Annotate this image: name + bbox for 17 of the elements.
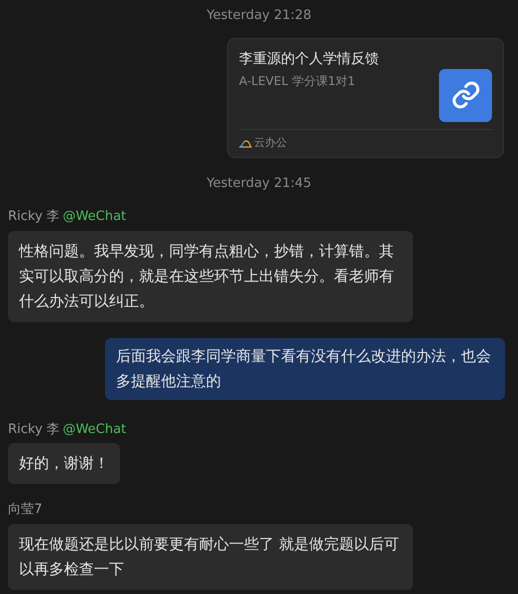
timestamp: Yesterday 21:28 (206, 7, 312, 25)
message-bubble: 性格问题。我早发现，同学有点粗心，抄错，计算错。其实可以取高分的，就是在这些环节上出错失分。看老师有什么办法可以纠正。 (8, 230, 413, 322)
sender-name: 向莹7 (8, 501, 42, 519)
sender-tag: @WeChat (62, 420, 126, 439)
card-source: 云办公 (254, 135, 287, 151)
sender-name: Ricky 李 (8, 420, 60, 438)
sender-tag: @WeChat (62, 207, 126, 226)
link-icon (439, 68, 492, 122)
timestamp: Yesterday 21:45 (206, 174, 312, 192)
sender-name: Ricky 李 (8, 208, 60, 226)
cloud-icon (239, 138, 252, 148)
link-card[interactable]: 李重源的个人学情反馈 A-LEVEL 学分课1对1 云办公 (227, 38, 504, 158)
card-title: 李重源的个人学情反馈 (239, 50, 379, 68)
card-subtitle: A-LEVEL 学分课1对1 (239, 72, 356, 90)
message-bubble: 后面我会跟李同学商量下看有没有什么改进的办法，也会多提醒他注意的 (105, 338, 505, 400)
message-bubble: 现在做题还是比以前要更有耐心一些了 就是做完题以后可以再多检查一下 (8, 524, 413, 590)
message-bubble: 好的，谢谢！ (8, 443, 120, 484)
